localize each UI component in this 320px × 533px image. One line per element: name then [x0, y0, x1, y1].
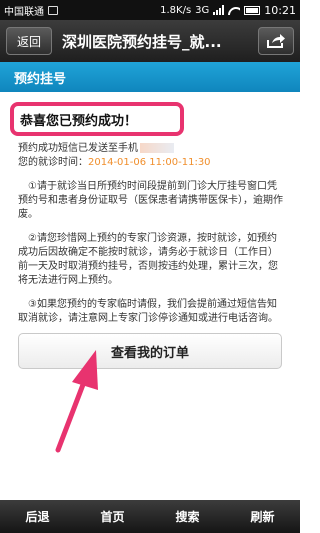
- booking-info: 预约成功短信已发送至手机 您的就诊时间：2014-01-06 11:00-11:…: [18, 142, 288, 170]
- phone-number-mask: [140, 143, 174, 153]
- back-button[interactable]: 返回: [6, 27, 52, 55]
- sms-notice: 预约成功短信已发送至手机: [18, 143, 138, 154]
- clock: 10:21: [264, 3, 296, 17]
- battery-icon: [244, 5, 261, 15]
- visit-time-label: 您的就诊时间：: [18, 157, 88, 168]
- share-button[interactable]: [258, 27, 294, 55]
- notice-item: ①请于就诊当日所预约时间段提前到门诊大厅挂号窗口凭预约号和患者身份证取号（医保患…: [18, 181, 283, 220]
- notice-item: ②请您珍惜网上预约的专家门诊资源，按时就诊，如预约成功后因故确定不能按时就诊，请…: [18, 233, 278, 286]
- network-type: 3G: [195, 4, 210, 16]
- success-message: 恭喜您已预约成功！: [20, 113, 138, 129]
- network-speed: 1.8K/s: [160, 4, 192, 16]
- notice-list: ①请于就诊当日所预约时间段提前到门诊大厅挂号窗口凭预约号和患者身份证取号（医保患…: [18, 180, 284, 336]
- section-title: 预约挂号: [14, 71, 67, 87]
- nav-search-button[interactable]: 搜索: [150, 508, 225, 525]
- nav-back-button[interactable]: 后退: [0, 508, 75, 525]
- signal-icon: [213, 5, 225, 15]
- visit-time-value: 2014-01-06 11:00-11:30: [88, 157, 211, 168]
- status-right-group: 1.8K/s 3G 10:21: [160, 4, 296, 17]
- title-bar: 返回 深圳医院预约挂号_就...: [0, 20, 300, 62]
- notice-item: ③如果您预约的专家临时请假，我们会提前通过短信告知取消就诊，请注意网上专家门诊停…: [18, 299, 278, 324]
- bottom-nav: 后退 首页 搜索 刷新: [0, 500, 300, 533]
- main-content: 恭喜您已预约成功！ 预约成功短信已发送至手机 您的就诊时间：2014-01-06…: [0, 92, 300, 500]
- success-highlight-box: 恭喜您已预约成功！: [10, 102, 184, 136]
- carrier-label: 中国联通: [4, 6, 44, 18]
- wifi-icon: [228, 5, 240, 15]
- share-icon: [267, 34, 285, 48]
- status-bar: 中国联通 1.8K/s 3G 10:21: [0, 0, 300, 20]
- notification-image-icon: [48, 5, 58, 15]
- view-order-button[interactable]: 查看我的订单: [18, 333, 282, 369]
- page-title: 深圳医院预约挂号_就...: [62, 32, 222, 51]
- nav-refresh-button[interactable]: 刷新: [225, 508, 300, 525]
- section-header: 预约挂号: [0, 62, 300, 92]
- nav-home-button[interactable]: 首页: [75, 508, 150, 525]
